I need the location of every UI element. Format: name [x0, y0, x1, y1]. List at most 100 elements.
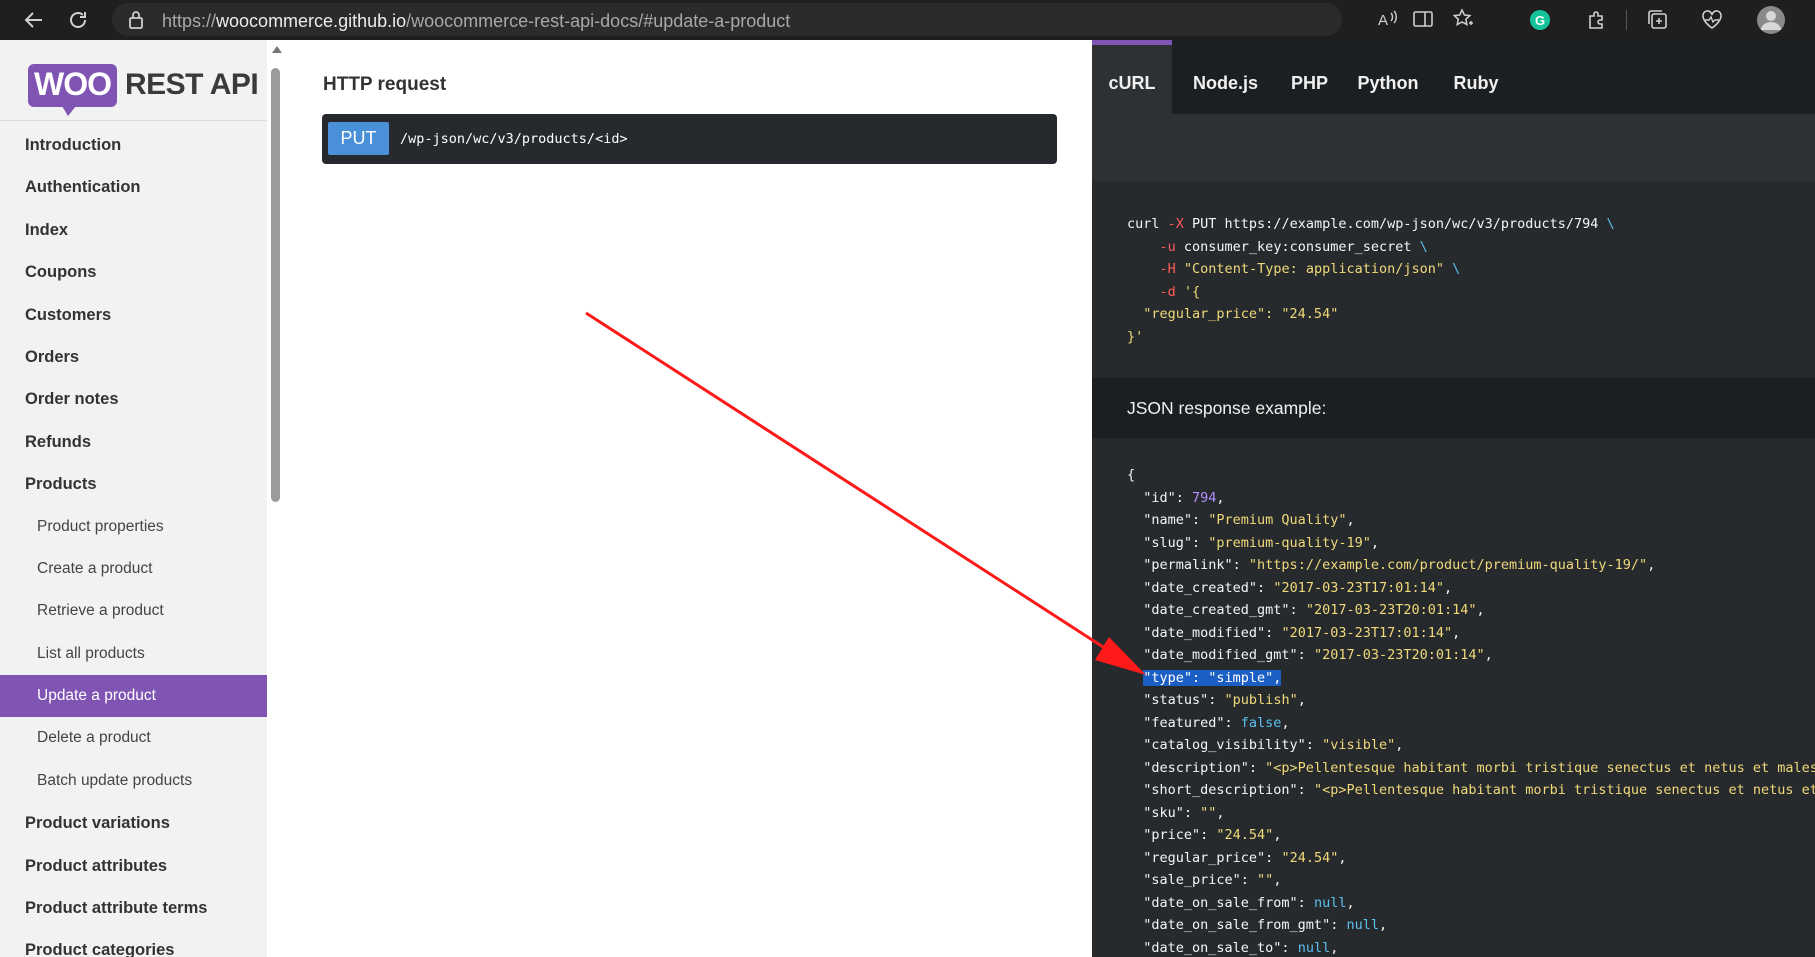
json-line: "description": "<p>Pellentesque habitant… — [1127, 757, 1815, 780]
sidebar-item-retrieve-a-product[interactable]: Retrieve a product — [0, 590, 267, 632]
json-token: "date_on_sale_to": — [1127, 939, 1298, 956]
json-token: "24.54" — [1216, 827, 1274, 843]
sidebar-item-order-notes[interactable]: Order notes — [0, 378, 267, 420]
profile-avatar-icon[interactable] — [1756, 5, 1786, 35]
curl-token: '{ — [1183, 283, 1201, 300]
main-content: HTTP request PUT /wp-json/wc/v3/products… — [286, 40, 1092, 957]
tab-node-js[interactable]: Node.js — [1172, 40, 1279, 114]
back-icon[interactable] — [22, 8, 46, 32]
curl-token — [1127, 239, 1160, 255]
curl-token: \ — [1606, 216, 1615, 232]
json-line: "date_created_gmt": "2017-03-23T20:01:14… — [1127, 599, 1815, 622]
sidebar-item-list-all-products[interactable]: List all products — [0, 633, 267, 675]
json-line: { — [1127, 464, 1815, 487]
curl-token: \ — [1452, 261, 1461, 277]
json-token: , — [1647, 557, 1656, 573]
sidebar-item-product-properties[interactable]: Product properties — [0, 506, 267, 548]
language-tabs: cURL Node.js PHP Python Ruby — [1092, 40, 1815, 114]
json-code: { "id": 794, "name": "Premium Quality", … — [1127, 464, 1815, 957]
curl-code-block: curl -X PUT https://example.com/wp-json/… — [1092, 182, 1815, 378]
logo[interactable]: WOO REST API — [28, 62, 259, 116]
address-bar[interactable]: https://woocommerce.github.io/woocommerc… — [112, 3, 1473, 36]
sidebar-item-orders[interactable]: Orders — [0, 336, 267, 378]
read-aloud-icon[interactable]: A — [1375, 7, 1399, 31]
sidebar-item-authentication[interactable]: Authentication — [0, 166, 267, 208]
json-token: "premium-quality-19" — [1208, 534, 1371, 551]
tab-python[interactable]: Python — [1340, 40, 1436, 114]
json-token: "publish" — [1224, 692, 1298, 708]
json-line: "name": "Premium Quality", — [1127, 509, 1815, 532]
extensions-icon[interactable] — [1584, 8, 1608, 32]
json-token: "<p>Pellentesque habitant morbi tristiqu… — [1313, 782, 1815, 798]
sidebar-item-product-categories[interactable]: Product categories — [0, 929, 267, 957]
curl-line: -d '{ — [1127, 281, 1615, 304]
json-line: "date_on_sale_from": null, — [1127, 892, 1815, 915]
json-token: "date_modified": — [1127, 624, 1282, 641]
tab-curl[interactable]: cURL — [1092, 40, 1172, 114]
json-token: "2017-03-23T17:01:14" — [1273, 579, 1444, 596]
sidebar-item-delete-a-product[interactable]: Delete a product — [0, 717, 267, 759]
reader-view-icon[interactable] — [1411, 7, 1435, 31]
url-host: woocommerce.github.io — [216, 11, 407, 31]
refresh-icon[interactable] — [66, 8, 90, 32]
json-line: "catalog_visibility": "visible", — [1127, 734, 1815, 757]
svg-text:G: G — [1535, 13, 1545, 28]
sidebar-item-create-a-product[interactable]: Create a product — [0, 548, 267, 590]
json-token: "regular_price": — [1127, 849, 1282, 866]
sidebar-item-product-attributes[interactable]: Product attributes — [0, 845, 267, 887]
json-token: "<p>Pellentesque habitant morbi tristiqu… — [1265, 759, 1815, 776]
grammarly-icon[interactable]: G — [1528, 8, 1552, 32]
curl-token: PUT https://example.com/wp-json/wc/v3/pr… — [1183, 216, 1607, 232]
logo-title: REST API — [124, 68, 259, 101]
json-line: "price": "24.54", — [1127, 824, 1815, 847]
json-token: "visible" — [1322, 737, 1396, 753]
sidebar-item-customers[interactable]: Customers — [0, 294, 267, 336]
scroll-thumb[interactable] — [271, 68, 280, 502]
curl-line: curl -X PUT https://example.com/wp-json/… — [1127, 213, 1615, 236]
json-token: "2017-03-23T17:01:14" — [1281, 624, 1453, 641]
json-token: "https://example.com/product/premium-qua… — [1248, 557, 1648, 573]
json-token: , — [1444, 579, 1453, 596]
json-token: "date_on_sale_from_gmt": — [1127, 917, 1347, 933]
logo-woo: WOO — [28, 63, 117, 116]
json-line: "sku": "", — [1127, 802, 1815, 825]
json-token: , — [1330, 939, 1339, 956]
json-token: , — [1297, 692, 1306, 708]
sidebar-item-product-variations[interactable]: Product variations — [0, 802, 267, 844]
json-token: , — [1281, 714, 1290, 731]
sidebar-item-update-a-product[interactable]: Update a product — [0, 675, 267, 718]
sidebar: WOO REST API Introduction Authentication I… — [0, 40, 267, 957]
json-token: "sale_price": — [1127, 872, 1258, 888]
sidebar-item-introduction[interactable]: Introduction — [0, 124, 267, 166]
curl-token — [1176, 284, 1184, 300]
scroll-up-icon[interactable] — [272, 46, 282, 53]
json-token: , — [1476, 602, 1485, 618]
json-token: "catalog_visibility": — [1127, 737, 1323, 753]
curl-token — [1127, 261, 1160, 277]
url-text[interactable]: https://woocommerce.github.io/woocommerc… — [162, 11, 790, 32]
json-line: "featured": false, — [1127, 712, 1815, 735]
sidebar-item-index[interactable]: Index — [0, 209, 267, 251]
json-token: , — [1216, 804, 1225, 821]
nav-list: Introduction Authentication Index Coupons Cu… — [0, 124, 267, 957]
sidebar-item-coupons[interactable]: Coupons — [0, 251, 267, 293]
tab-ruby[interactable]: Ruby — [1436, 40, 1516, 114]
favorite-icon[interactable] — [1451, 7, 1475, 31]
lock-icon[interactable] — [128, 10, 144, 35]
json-line: "slug": "premium-quality-19", — [1127, 532, 1815, 555]
svg-text:A: A — [1378, 12, 1388, 29]
collections-icon[interactable] — [1646, 8, 1670, 32]
json-token: "" — [1257, 872, 1274, 888]
json-token: "short_description": — [1127, 782, 1314, 798]
json-token: "price": — [1127, 827, 1217, 843]
sidebar-item-products[interactable]: Products — [0, 463, 267, 505]
sidebar-item-batch-update-products[interactable]: Batch update products — [0, 760, 267, 802]
sidebar-item-refunds[interactable]: Refunds — [0, 421, 267, 463]
method-badge: PUT — [328, 122, 389, 155]
tab-php[interactable]: PHP — [1279, 40, 1340, 114]
health-icon[interactable] — [1700, 8, 1724, 32]
sidebar-scrollbar[interactable] — [268, 40, 286, 957]
sidebar-item-product-attribute-terms[interactable]: Product attribute terms — [0, 887, 267, 929]
json-token: { — [1127, 467, 1136, 483]
json-line: "date_created": "2017-03-23T17:01:14", — [1127, 577, 1815, 600]
